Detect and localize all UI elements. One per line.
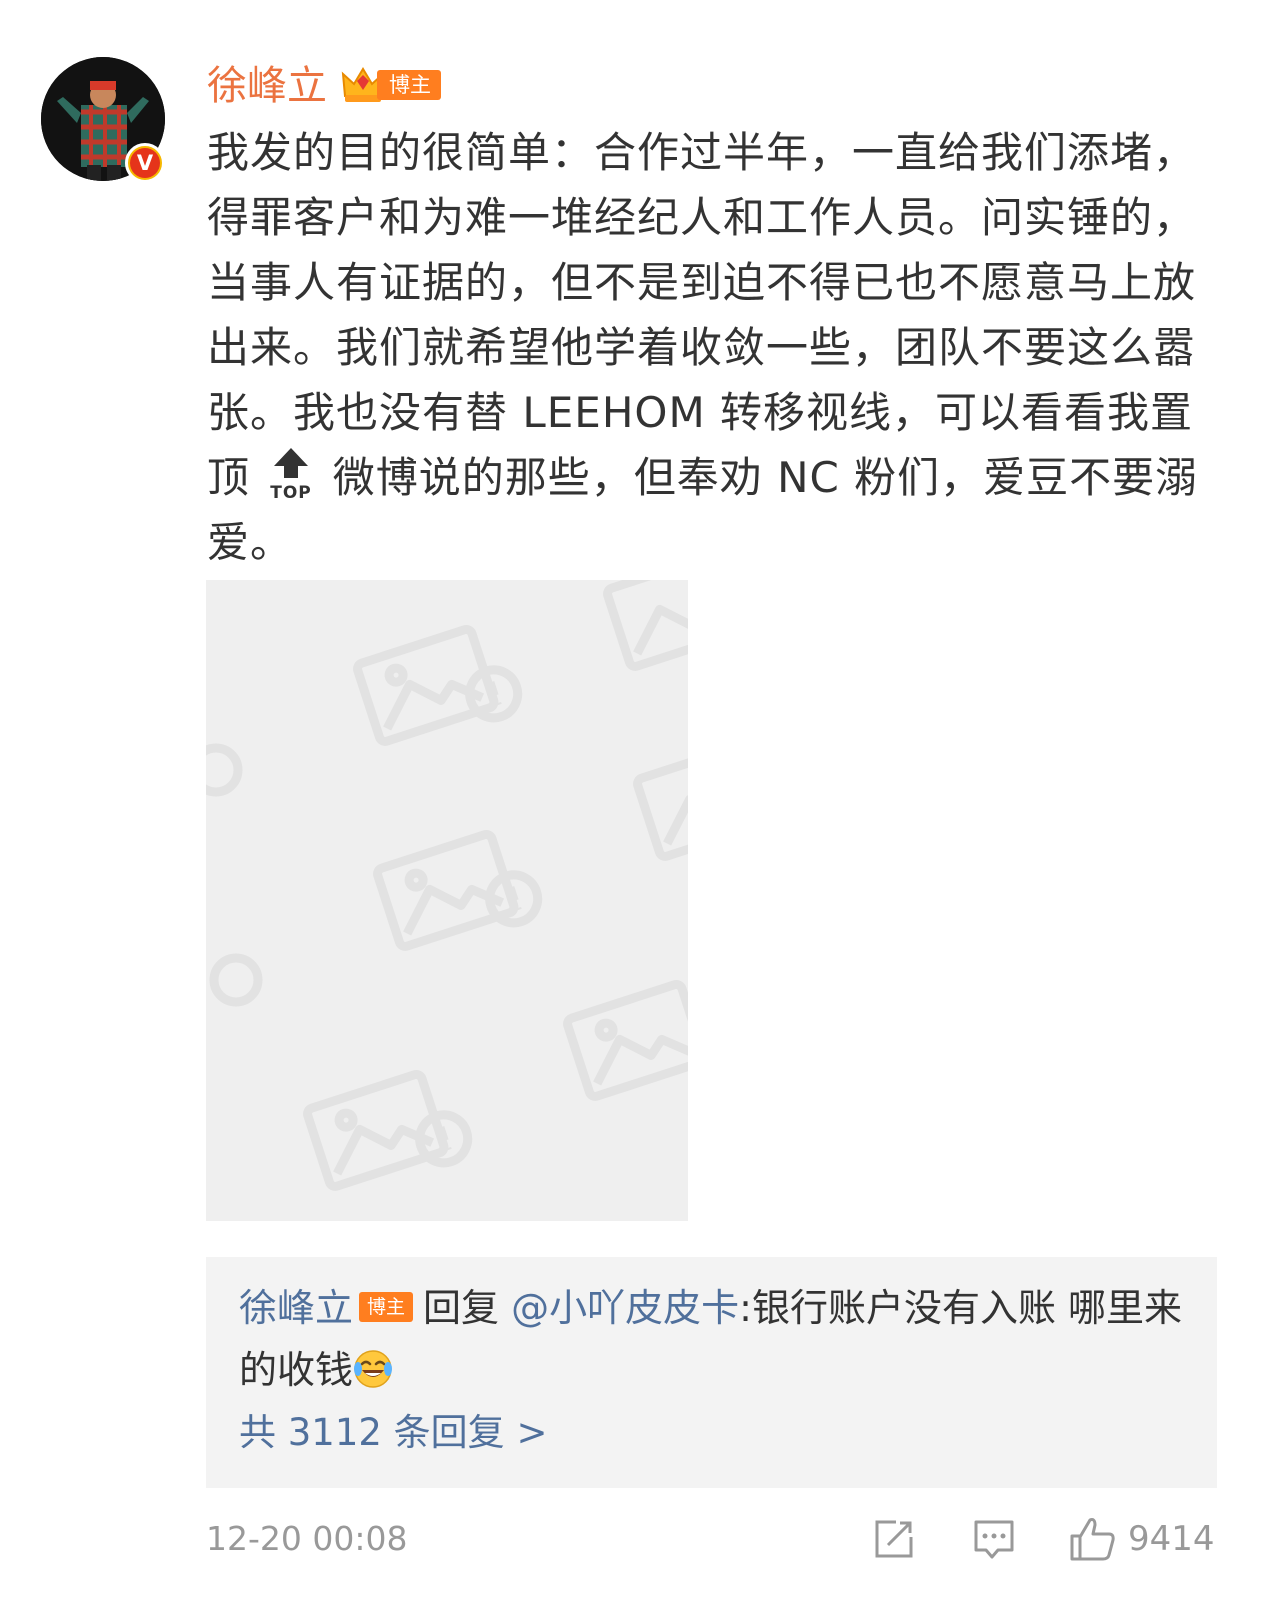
reply-blogger-tag: 博主 (359, 1292, 414, 1322)
reply-line: 徐峰立 博主 回复 @小吖皮皮卡:银行账户没有入账 哪里来的收钱 (239, 1277, 1189, 1401)
broken-image-icon (206, 580, 688, 1191)
reply-count-link[interactable]: 共 3112 条回复 > (239, 1408, 547, 1458)
blogger-tag: 博主 (377, 70, 441, 100)
comment-icon (974, 1520, 1014, 1559)
like-count: 9414 (1128, 1519, 1215, 1559)
repost-icon (875, 1520, 913, 1558)
reply-username[interactable]: 徐峰立 (239, 1286, 353, 1330)
reply-word: 回复 (423, 1286, 500, 1330)
post-timestamp: 12-20 00:08 (206, 1519, 408, 1558)
blogger-badge: 博主 (341, 66, 441, 104)
post-text-part1: 我发的目的很简单：合作过半年，一直给我们添堵，得罪客户和为难一堆经纪人和工作人员… (207, 128, 1197, 502)
post-text-part2: 微博说的那些，但奉劝 NC 粉们，爱豆不要溺爱。 (207, 453, 1199, 567)
post-content: 我发的目的很简单：合作过半年，一直给我们添堵，得罪客户和为难一堆经纪人和工作人员… (207, 120, 1212, 575)
like-button[interactable]: 9414 (1068, 1512, 1215, 1566)
post-image-placeholder[interactable] (206, 580, 688, 1221)
laugh-cry-emoji-icon (353, 1345, 393, 1388)
comment-button[interactable] (972, 1512, 1016, 1566)
verified-badge: V (125, 143, 165, 183)
like-icon (1070, 1518, 1115, 1561)
verified-badge-label: V (130, 148, 160, 178)
post-username[interactable]: 徐峰立 (207, 60, 327, 112)
top-icon-label: TOP (271, 483, 313, 502)
repost-button[interactable] (872, 1512, 916, 1566)
pinned-top-icon[interactable]: TOP (268, 446, 314, 503)
reply-mention[interactable]: @小吖皮皮卡 (511, 1286, 739, 1330)
